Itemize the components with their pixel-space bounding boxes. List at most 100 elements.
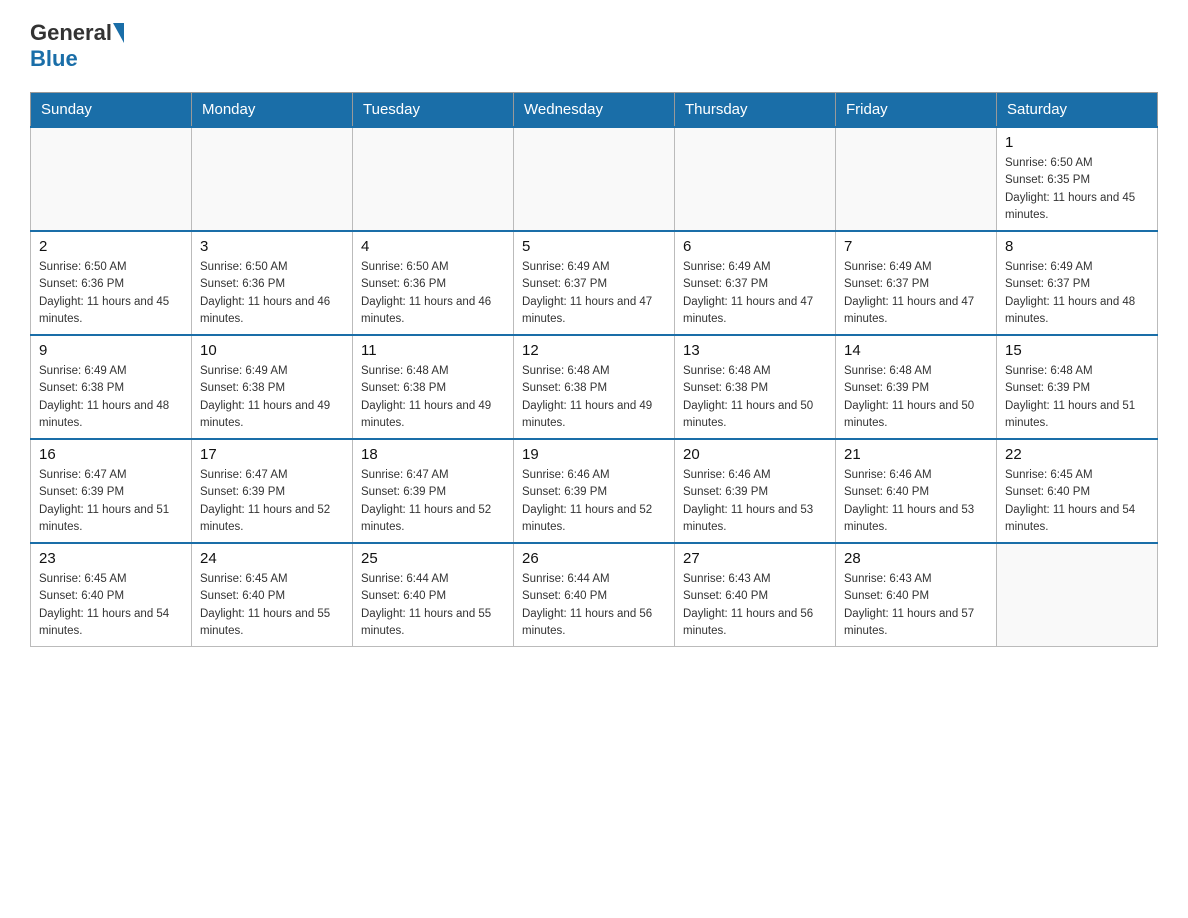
day-number: 19: [522, 446, 666, 463]
day-info: Sunrise: 6:47 AM Sunset: 6:39 PM Dayligh…: [200, 467, 344, 536]
day-info: Sunrise: 6:48 AM Sunset: 6:39 PM Dayligh…: [1005, 363, 1149, 432]
day-number: 6: [683, 238, 827, 255]
calendar-cell: 24 Sunrise: 6:45 AM Sunset: 6:40 PM Dayli…: [192, 543, 353, 647]
day-number: 24: [200, 550, 344, 567]
day-number: 4: [361, 238, 505, 255]
day-number: 8: [1005, 238, 1149, 255]
day-number: 2: [39, 238, 183, 255]
logo: General Blue: [30, 20, 125, 72]
calendar-cell: 13 Sunrise: 6:48 AM Sunset: 6:38 PM Dayli…: [675, 335, 836, 439]
logo-general-text: General: [30, 20, 112, 46]
week-row-4: 16 Sunrise: 6:47 AM Sunset: 6:39 PM Dayli…: [31, 439, 1158, 543]
week-row-5: 23 Sunrise: 6:45 AM Sunset: 6:40 PM Dayli…: [31, 543, 1158, 647]
day-info: Sunrise: 6:48 AM Sunset: 6:38 PM Dayligh…: [522, 363, 666, 432]
day-number: 17: [200, 446, 344, 463]
day-header-tuesday: Tuesday: [353, 93, 514, 128]
day-header-sunday: Sunday: [31, 93, 192, 128]
calendar-cell: 26Sunrise: 6:44 AM Sunset: 6:40 PM Dayli…: [514, 543, 675, 647]
day-info: Sunrise: 6:50 AM Sunset: 6:35 PM Dayligh…: [1005, 155, 1149, 224]
day-number: 9: [39, 342, 183, 359]
calendar-cell: 6 Sunrise: 6:49 AM Sunset: 6:37 PM Daylig…: [675, 231, 836, 335]
calendar-cell: 16 Sunrise: 6:47 AM Sunset: 6:39 PM Dayli…: [31, 439, 192, 543]
day-info: Sunrise: 6:48 AM Sunset: 6:38 PM Dayligh…: [361, 363, 505, 432]
calendar-cell: [675, 127, 836, 231]
day-number: 12: [522, 342, 666, 359]
day-info: Sunrise: 6:43 AM Sunset: 6:40 PM Dayligh…: [683, 571, 827, 640]
day-number: 3: [200, 238, 344, 255]
day-number: 27: [683, 550, 827, 567]
calendar-table: SundayMondayTuesdayWednesdayThursdayFrid…: [30, 92, 1158, 647]
calendar-cell: 10Sunrise: 6:49 AM Sunset: 6:38 PM Dayli…: [192, 335, 353, 439]
calendar-cell: 4 Sunrise: 6:50 AM Sunset: 6:36 PM Daylig…: [353, 231, 514, 335]
day-number: 13: [683, 342, 827, 359]
day-info: Sunrise: 6:49 AM Sunset: 6:38 PM Dayligh…: [39, 363, 183, 432]
calendar-cell: 11Sunrise: 6:48 AM Sunset: 6:38 PM Dayli…: [353, 335, 514, 439]
calendar-cell: 23 Sunrise: 6:45 AM Sunset: 6:40 PM Dayli…: [31, 543, 192, 647]
day-header-monday: Monday: [192, 93, 353, 128]
calendar-cell: 2 Sunrise: 6:50 AM Sunset: 6:36 PM Daylig…: [31, 231, 192, 335]
day-info: Sunrise: 6:46 AM Sunset: 6:39 PM Dayligh…: [683, 467, 827, 536]
calendar-cell: 12 Sunrise: 6:48 AM Sunset: 6:38 PM Dayli…: [514, 335, 675, 439]
calendar-cell: 7 Sunrise: 6:49 AM Sunset: 6:37 PM Daylig…: [836, 231, 997, 335]
calendar-cell: 15 Sunrise: 6:48 AM Sunset: 6:39 PM Dayli…: [997, 335, 1158, 439]
day-info: Sunrise: 6:47 AM Sunset: 6:39 PM Dayligh…: [39, 467, 183, 536]
day-number: 7: [844, 238, 988, 255]
calendar-cell: [997, 543, 1158, 647]
week-row-1: 1 Sunrise: 6:50 AM Sunset: 6:35 PM Daylig…: [31, 127, 1158, 231]
page-header: General Blue: [30, 20, 1158, 72]
calendar-cell: [836, 127, 997, 231]
calendar-cell: 14 Sunrise: 6:48 AM Sunset: 6:39 PM Dayli…: [836, 335, 997, 439]
calendar-cell: [514, 127, 675, 231]
day-number: 1: [1005, 134, 1149, 151]
day-number: 22: [1005, 446, 1149, 463]
day-number: 21: [844, 446, 988, 463]
day-info: Sunrise: 6:45 AM Sunset: 6:40 PM Dayligh…: [1005, 467, 1149, 536]
calendar-cell: [192, 127, 353, 231]
day-info: Sunrise: 6:45 AM Sunset: 6:40 PM Dayligh…: [39, 571, 183, 640]
day-info: Sunrise: 6:45 AM Sunset: 6:40 PM Dayligh…: [200, 571, 344, 640]
day-header-wednesday: Wednesday: [514, 93, 675, 128]
day-number: 16: [39, 446, 183, 463]
calendar-cell: 27 Sunrise: 6:43 AM Sunset: 6:40 PM Dayli…: [675, 543, 836, 647]
day-info: Sunrise: 6:50 AM Sunset: 6:36 PM Dayligh…: [200, 259, 344, 328]
calendar-cell: 17 Sunrise: 6:47 AM Sunset: 6:39 PM Dayli…: [192, 439, 353, 543]
day-info: Sunrise: 6:50 AM Sunset: 6:36 PM Dayligh…: [361, 259, 505, 328]
day-number: 28: [844, 550, 988, 567]
day-header-friday: Friday: [836, 93, 997, 128]
day-info: Sunrise: 6:47 AM Sunset: 6:39 PM Dayligh…: [361, 467, 505, 536]
day-info: Sunrise: 6:49 AM Sunset: 6:37 PM Dayligh…: [1005, 259, 1149, 328]
day-info: Sunrise: 6:49 AM Sunset: 6:37 PM Dayligh…: [844, 259, 988, 328]
calendar-cell: 22 Sunrise: 6:45 AM Sunset: 6:40 PM Dayli…: [997, 439, 1158, 543]
calendar-cell: 18 Sunrise: 6:47 AM Sunset: 6:39 PM Dayli…: [353, 439, 514, 543]
calendar-cell: 3 Sunrise: 6:50 AM Sunset: 6:36 PM Daylig…: [192, 231, 353, 335]
day-number: 25: [361, 550, 505, 567]
calendar-header-row: SundayMondayTuesdayWednesdayThursdayFrid…: [31, 93, 1158, 128]
day-number: 18: [361, 446, 505, 463]
day-info: Sunrise: 6:48 AM Sunset: 6:38 PM Dayligh…: [683, 363, 827, 432]
day-number: 15: [1005, 342, 1149, 359]
day-info: Sunrise: 6:43 AM Sunset: 6:40 PM Dayligh…: [844, 571, 988, 640]
day-info: Sunrise: 6:44 AM Sunset: 6:40 PM Dayligh…: [522, 571, 666, 640]
day-info: Sunrise: 6:49 AM Sunset: 6:37 PM Dayligh…: [683, 259, 827, 328]
calendar-cell: 5Sunrise: 6:49 AM Sunset: 6:37 PM Daylig…: [514, 231, 675, 335]
week-row-3: 9 Sunrise: 6:49 AM Sunset: 6:38 PM Daylig…: [31, 335, 1158, 439]
day-info: Sunrise: 6:46 AM Sunset: 6:39 PM Dayligh…: [522, 467, 666, 536]
day-info: Sunrise: 6:50 AM Sunset: 6:36 PM Dayligh…: [39, 259, 183, 328]
calendar-cell: 28 Sunrise: 6:43 AM Sunset: 6:40 PM Dayli…: [836, 543, 997, 647]
calendar-cell: 9 Sunrise: 6:49 AM Sunset: 6:38 PM Daylig…: [31, 335, 192, 439]
day-number: 23: [39, 550, 183, 567]
logo-blue-text: Blue: [30, 46, 78, 71]
calendar-cell: 20 Sunrise: 6:46 AM Sunset: 6:39 PM Dayli…: [675, 439, 836, 543]
calendar-cell: 19 Sunrise: 6:46 AM Sunset: 6:39 PM Dayli…: [514, 439, 675, 543]
day-info: Sunrise: 6:48 AM Sunset: 6:39 PM Dayligh…: [844, 363, 988, 432]
day-number: 20: [683, 446, 827, 463]
calendar-cell: 8 Sunrise: 6:49 AM Sunset: 6:37 PM Daylig…: [997, 231, 1158, 335]
day-info: Sunrise: 6:46 AM Sunset: 6:40 PM Dayligh…: [844, 467, 988, 536]
calendar-cell: [353, 127, 514, 231]
day-info: Sunrise: 6:44 AM Sunset: 6:40 PM Dayligh…: [361, 571, 505, 640]
day-number: 14: [844, 342, 988, 359]
logo-triangle-icon: [113, 23, 124, 43]
day-number: 10: [200, 342, 344, 359]
calendar-cell: 25 Sunrise: 6:44 AM Sunset: 6:40 PM Dayli…: [353, 543, 514, 647]
week-row-2: 2 Sunrise: 6:50 AM Sunset: 6:36 PM Daylig…: [31, 231, 1158, 335]
